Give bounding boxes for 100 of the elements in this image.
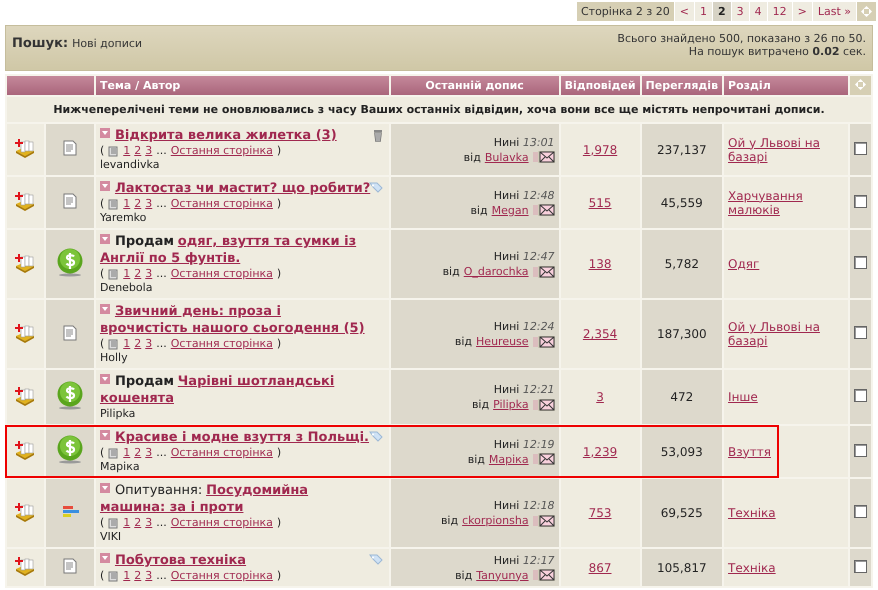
topic-title[interactable]: Продам Чарівні шотландські кошенята (100, 373, 371, 407)
forum-link[interactable]: Техніка (728, 560, 776, 574)
page-link[interactable]: 2 (134, 144, 142, 158)
user-link[interactable]: O_darochka (464, 264, 529, 279)
replies-count[interactable]: 515 (588, 196, 612, 210)
pages-icon (108, 518, 120, 528)
select-checkbox[interactable] (854, 194, 867, 208)
new-topic-folder-icon (14, 386, 36, 406)
page-link[interactable]: 1 (123, 144, 130, 158)
replies-count[interactable]: 3 (596, 390, 604, 404)
page-link[interactable]: 1 (123, 197, 130, 211)
forum-link[interactable]: Одяг (728, 257, 760, 271)
dropdown-icon[interactable] (100, 181, 110, 191)
select-checkbox[interactable] (854, 560, 867, 572)
pages-icon (108, 198, 120, 210)
last-page-link[interactable]: Остання сторінка (170, 337, 273, 351)
private-message-icon[interactable] (532, 336, 555, 348)
dropdown-icon[interactable] (100, 304, 110, 314)
page-link[interactable]: 3 (145, 516, 152, 530)
trash-icon[interactable] (372, 129, 383, 142)
user-link[interactable]: Pilipka (493, 397, 529, 412)
replies-count[interactable]: 2,354 (582, 327, 618, 341)
last-page-link[interactable]: Остання сторінка (170, 569, 273, 583)
private-message-icon[interactable] (532, 514, 555, 526)
forum-link[interactable]: Взуття (728, 444, 771, 458)
page-link[interactable]: 2 (134, 197, 142, 211)
page-link[interactable]: 2 (134, 516, 142, 530)
page-link[interactable]: 1 (123, 337, 130, 351)
replies-count[interactable]: 138 (588, 257, 612, 271)
page-button[interactable]: Last » (812, 2, 856, 21)
private-message-icon[interactable] (532, 151, 555, 163)
replies-count[interactable]: 1,978 (582, 142, 618, 156)
forum-link[interactable]: Інше (728, 390, 758, 404)
select-checkbox[interactable] (854, 389, 867, 402)
dropdown-icon[interactable] (100, 234, 110, 244)
topic-title[interactable]: Продам одяг, взуття та сумки із Англії по 5 фунтів. (100, 233, 371, 267)
page-link[interactable]: 1 (123, 267, 130, 281)
page-link[interactable]: 1 (123, 446, 130, 460)
page-link[interactable]: 2 (134, 569, 142, 583)
select-checkbox[interactable] (854, 444, 867, 456)
user-link[interactable]: Bulavka (484, 150, 529, 164)
page-link[interactable]: 2 (134, 267, 142, 281)
page-link[interactable]: 2 (134, 446, 142, 460)
last-page-link[interactable]: Остання сторінка (170, 446, 273, 460)
replies-count[interactable]: 867 (588, 560, 612, 574)
dropdown-icon[interactable] (100, 553, 110, 563)
paren: ) (276, 446, 282, 460)
page-button[interactable]: 3 (732, 2, 749, 21)
private-message-icon[interactable] (532, 266, 555, 278)
last-page-link[interactable]: Остання сторінка (170, 267, 273, 281)
select-checkbox[interactable] (854, 326, 867, 339)
user-link[interactable]: Megan (492, 202, 529, 218)
page-link[interactable]: 3 (145, 337, 152, 351)
replies-count[interactable]: 1,239 (582, 444, 618, 458)
page-link[interactable]: 1 (123, 516, 130, 530)
topic-title[interactable]: Звичний день: проза і врочистість нашого сьогодення (5) (100, 303, 371, 337)
select-checkbox[interactable] (854, 142, 867, 154)
new-topic-folder-icon (14, 138, 36, 158)
paren: ( (100, 446, 104, 460)
topic-title[interactable]: Опитування: Посудомийна машина: за і проти (100, 482, 371, 516)
private-message-icon[interactable] (532, 204, 555, 216)
page-button[interactable]: 1 (694, 2, 712, 21)
select-checkbox[interactable] (854, 256, 867, 269)
forum-link[interactable]: Техніка (728, 506, 776, 520)
last-page-link[interactable]: Остання сторінка (170, 197, 273, 211)
page-link[interactable]: 3 (145, 267, 152, 281)
dropdown-icon[interactable] (100, 430, 110, 440)
by-label: від (470, 202, 488, 218)
private-message-icon[interactable] (532, 569, 555, 581)
dropdown-icon[interactable] (100, 128, 110, 138)
page-button[interactable]: 4 (750, 2, 767, 21)
dropdown-icon[interactable] (100, 374, 110, 384)
paren: ( (100, 569, 104, 583)
private-message-icon[interactable] (532, 453, 555, 465)
pages-icon (108, 338, 120, 350)
select-checkbox[interactable] (854, 505, 867, 518)
dropdown-icon[interactable] (100, 483, 110, 493)
page-link[interactable]: 3 (145, 569, 152, 583)
new-topic-folder-icon (14, 440, 36, 460)
last-page-link[interactable]: Остання сторінка (170, 144, 273, 158)
user-link[interactable]: Маріка (488, 452, 529, 466)
page-button[interactable]: 12 (768, 2, 792, 21)
user-link[interactable]: ckorpionsha (462, 513, 529, 528)
paren: ) (276, 267, 282, 281)
page-link[interactable]: 3 (145, 446, 152, 460)
page-link[interactable]: 3 (145, 144, 152, 158)
user-link[interactable]: Heureuse (476, 334, 529, 349)
last-post-time: Нині 12:19 (494, 436, 555, 452)
replies-count[interactable]: 753 (588, 506, 612, 520)
paren: ( (100, 197, 104, 211)
user-link[interactable]: Tanyunya (476, 568, 529, 582)
page-button[interactable]: > (792, 2, 812, 21)
page-link[interactable]: 2 (134, 337, 142, 351)
private-message-icon[interactable] (532, 398, 555, 410)
page-button[interactable]: < (674, 2, 694, 21)
page-button[interactable]: 2 (712, 2, 731, 21)
page-link[interactable]: 1 (123, 569, 130, 583)
page-link[interactable]: 3 (145, 197, 152, 211)
column-header: Розділ (724, 76, 848, 95)
last-page-link[interactable]: Остання сторінка (170, 516, 273, 530)
